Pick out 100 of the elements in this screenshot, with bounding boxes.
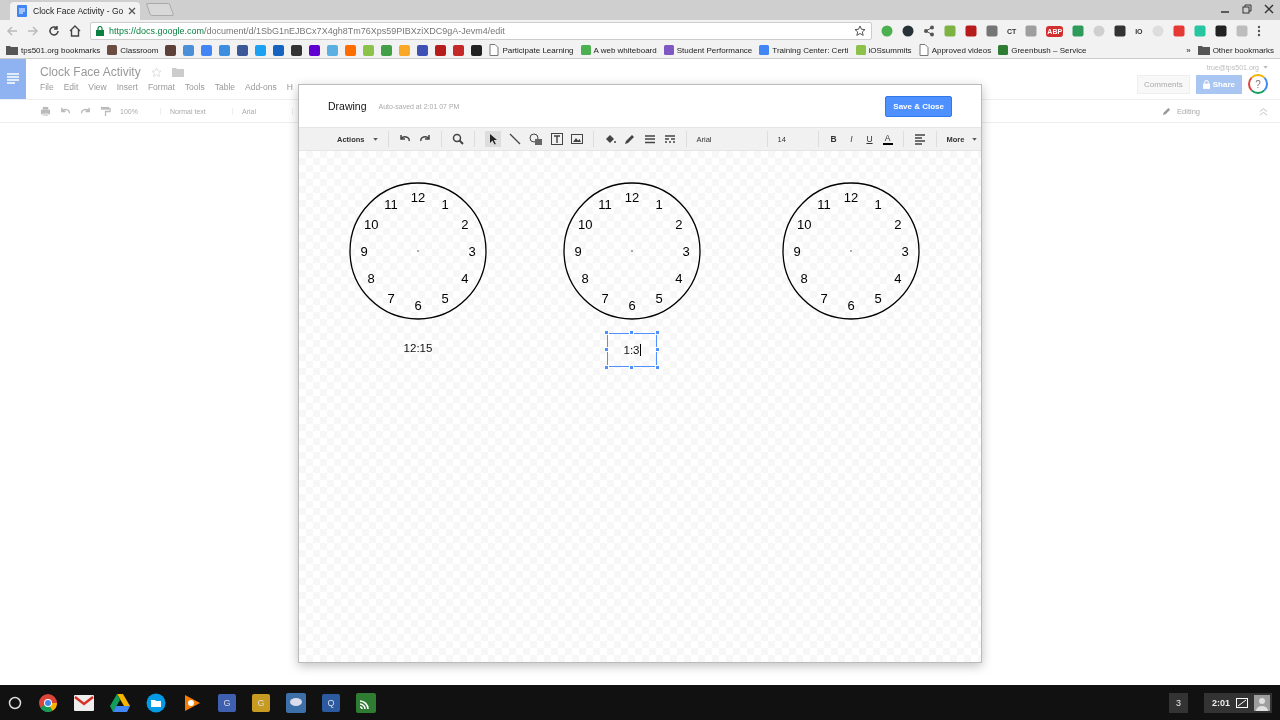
- zoom-icon[interactable]: [451, 133, 464, 145]
- format-button[interactable]: I: [846, 134, 857, 144]
- clock-number: 2: [461, 217, 469, 232]
- format-button[interactable]: A: [882, 133, 893, 145]
- help-button[interactable]: ?: [1248, 74, 1268, 94]
- clock-number: 12: [843, 190, 859, 205]
- screen-icon: [1236, 697, 1248, 708]
- text-box-icon[interactable]: [550, 133, 563, 145]
- bookmark[interactable]: Classroom: [107, 45, 159, 55]
- browser-tab[interactable]: Clock Face Activity - Go: [10, 2, 140, 20]
- drive-icon[interactable]: [110, 693, 130, 712]
- caret-icon[interactable]: [972, 137, 978, 141]
- pencil-icon: [1162, 106, 1172, 116]
- folder-icon: [1197, 45, 1210, 55]
- bookmark[interactable]: A web whiteboard: [580, 45, 657, 55]
- extension-icon[interactable]: [902, 25, 914, 37]
- bookmark[interactable]: Student Performance: [663, 45, 753, 55]
- align-icon[interactable]: [913, 133, 926, 145]
- clock-number: 12: [410, 190, 426, 205]
- bookmark[interactable]: Participate Learning: [489, 44, 574, 56]
- clock-number: 1: [874, 197, 882, 213]
- bookmark[interactable]: tps501.org bookmarks: [6, 45, 101, 55]
- address-bar[interactable]: https://docs.google.com/document/d/1SbG1nEJBCx7X4gh8Tm76Xps59PIBXziXDC9gA-Jevm4/edit: [90, 22, 872, 40]
- bookmark[interactable]: iOSsummits: [855, 45, 912, 55]
- launcher-icon[interactable]: [8, 695, 22, 710]
- clock-number: 1: [655, 197, 663, 213]
- clock-number: 8: [367, 271, 375, 286]
- mail-icon[interactable]: [74, 694, 94, 711]
- bookmark-icon[interactable]: [417, 44, 429, 56]
- clock-face[interactable]: [782, 182, 920, 320]
- caret-icon[interactable]: [372, 137, 378, 141]
- lock-icon: [96, 26, 104, 36]
- pen-icon[interactable]: [623, 133, 636, 145]
- clock-time: 2:01: [1212, 697, 1230, 708]
- clock-number: 12: [624, 190, 640, 205]
- notification-count[interactable]: 3: [1168, 692, 1188, 713]
- bookmark[interactable]: Training Center: Certi: [759, 45, 849, 55]
- clock-face[interactable]: [563, 182, 701, 320]
- bookmarks-overflow-button[interactable]: »: [1186, 45, 1191, 55]
- status-tray[interactable]: 2:01: [1204, 692, 1272, 713]
- clock-number: 7: [820, 290, 828, 306]
- clock-number: 6: [847, 298, 855, 313]
- bookmark-icon[interactable]: [165, 44, 177, 56]
- line-dash-icon[interactable]: [663, 133, 676, 145]
- select-icon[interactable]: [484, 131, 501, 147]
- clock-number: 8: [581, 271, 589, 286]
- bookmark-icon[interactable]: [309, 44, 321, 56]
- site-icon: [855, 45, 866, 55]
- site-icon: [580, 45, 591, 55]
- files-icon[interactable]: [146, 692, 166, 713]
- cast-icon[interactable]: [356, 692, 376, 713]
- bookmark[interactable]: Greenbush – Service: [998, 45, 1087, 55]
- clock-number: 10: [797, 217, 812, 232]
- app-icon[interactable]: G: [218, 693, 236, 712]
- page-icon: [918, 44, 929, 56]
- chrome-icon[interactable]: [38, 692, 58, 713]
- bookmark-folder[interactable]: Other bookmarks: [1197, 45, 1274, 55]
- clock-number: 11: [384, 197, 398, 213]
- app-icon[interactable]: Q: [322, 693, 340, 712]
- extension-icon[interactable]: [1214, 25, 1227, 37]
- clock-caption[interactable]: 1:3: [623, 343, 641, 357]
- chat-icon[interactable]: [286, 692, 306, 713]
- avatar-icon: [1254, 694, 1270, 711]
- play-icon[interactable]: [182, 692, 202, 713]
- menu-icon[interactable]: [1256, 25, 1261, 37]
- tab-title: Clock Face Activity - Go: [33, 6, 124, 16]
- close-icon[interactable]: [1264, 4, 1274, 14]
- reload-icon[interactable]: [48, 25, 60, 37]
- clock-face[interactable]: [349, 182, 487, 320]
- site-icon: [998, 45, 1009, 55]
- close-icon[interactable]: [128, 7, 137, 15]
- clock-number: 6: [414, 298, 422, 313]
- clock-number: 4: [461, 271, 469, 286]
- clock-number: 5: [441, 290, 449, 306]
- line-icon[interactable]: [508, 133, 521, 145]
- image-icon[interactable]: [570, 133, 583, 145]
- bookmark[interactable]: Approved videos: [918, 44, 992, 56]
- clock-number: 9: [793, 244, 801, 259]
- extension-icon[interactable]: [1114, 25, 1127, 37]
- format-button[interactable]: U: [864, 134, 875, 144]
- shape-icon[interactable]: [528, 133, 543, 145]
- dialog-title: Drawing: [328, 100, 367, 112]
- clock-number: 8: [800, 271, 808, 286]
- document-icon: [16, 5, 28, 17]
- clock-number: 7: [387, 290, 395, 306]
- clock-number: 9: [360, 244, 368, 259]
- clock-caption[interactable]: 12:15: [403, 342, 433, 354]
- bookmark-icon[interactable]: [471, 44, 483, 56]
- format-button[interactable]: B: [828, 134, 839, 144]
- line-weight-icon[interactable]: [643, 133, 656, 145]
- star-icon[interactable]: [854, 25, 866, 37]
- bookmark-icon[interactable]: [237, 44, 249, 56]
- clock-number: 6: [628, 298, 636, 313]
- restore-icon[interactable]: [1242, 4, 1252, 14]
- bookmark-icon[interactable]: [291, 44, 303, 56]
- selected-text-box[interactable]: 1:3: [604, 330, 660, 370]
- url-text: https://docs.google.com/document/d/1SbG1nEJBCx7X4gh8Tm76Xps59PIBXziXDC9gA-Jevm4/edit: [109, 26, 505, 36]
- folder-icon: [6, 45, 18, 55]
- home-icon[interactable]: [69, 25, 81, 37]
- share-icon[interactable]: [923, 25, 935, 37]
